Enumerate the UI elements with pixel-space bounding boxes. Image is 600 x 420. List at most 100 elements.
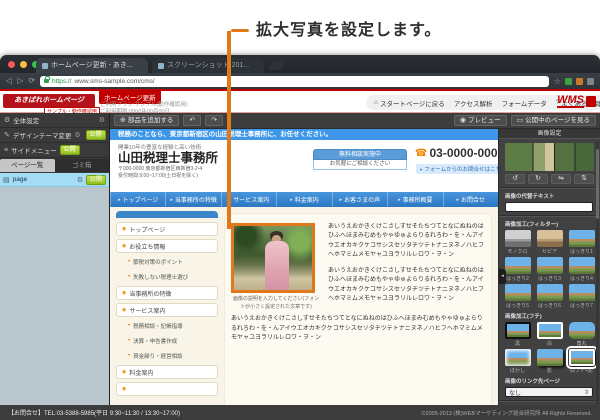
eye-icon: ◉	[460, 116, 466, 125]
screenshot-page: 拡大写真を設定します。 ホームページ更新 - あき... スクリーンショット 2…	[0, 0, 600, 420]
filter-option[interactable]: はっきり2	[502, 257, 533, 282]
filter-option[interactable]: モノクロ	[502, 230, 533, 255]
extension-icon[interactable]	[565, 78, 572, 85]
header-nav-link[interactable]: フォームデータ	[502, 98, 547, 108]
rotate-left-icon[interactable]: ↺	[505, 174, 525, 184]
site-top-banner[interactable]: 税務のことなら、東京都新宿区の山田税理士事務所に、お任せください。	[110, 129, 498, 140]
support-phone-text: 【お問合せ】TEL:03-5388-5985(平日 9:30~11:30 / 1…	[8, 408, 180, 417]
border-option[interactable]: 白	[534, 322, 565, 347]
border-option[interactable]: 影	[534, 349, 565, 374]
bookmark-star-icon[interactable]: ☆	[554, 77, 561, 86]
site-nav-item[interactable]: トップページ	[110, 192, 165, 207]
sidebar-row[interactable]: ⚙ 全体設定 ⚙	[0, 113, 109, 128]
menu-item[interactable]: お役立ち情報	[116, 239, 218, 253]
menu-item[interactable]: トップページ	[116, 222, 218, 236]
filter-option[interactable]: はっきり7	[566, 284, 597, 309]
row-label: 全体設定	[13, 115, 39, 125]
preview-button[interactable]: ◉ プレビュー	[454, 115, 507, 126]
filter-option[interactable]: はっきり1	[566, 230, 597, 255]
address-input[interactable]: https:// www.sms-sample.com/cms/	[40, 76, 549, 87]
publish-button[interactable]: 公開	[60, 145, 80, 155]
border-option[interactable]: 白フチ+影	[566, 349, 597, 374]
add-part-button[interactable]: ⊕ 部品を追加する	[114, 115, 179, 126]
scrollbar-thumb[interactable]	[596, 149, 599, 219]
border-option[interactable]: ぼかし	[502, 349, 533, 374]
selected-photo[interactable]	[231, 223, 315, 293]
menu-item[interactable]: 節税対策のポイント	[116, 256, 218, 268]
menu-item-label: サービス案内	[129, 306, 165, 315]
menu-item[interactable]: 税務相談・記帳指導	[116, 320, 218, 332]
browser-window: ホームページ更新 - あき... スクリーンショット 201... ◁ ▷ ⟳ …	[0, 55, 600, 420]
contact-form-link[interactable]: フォームからのお問合せはこちら	[416, 164, 498, 174]
menu-icon[interactable]	[587, 78, 594, 85]
filter-option[interactable]: はっきり4	[566, 257, 597, 282]
site-nav-item[interactable]: 事務所概要	[387, 192, 442, 207]
border-option[interactable]: 黒	[502, 322, 533, 347]
minimize-window-icon[interactable]	[20, 61, 27, 68]
forward-icon[interactable]: ▷	[17, 76, 23, 86]
publish-button[interactable]: 公開	[86, 175, 106, 185]
menu-item[interactable]	[116, 382, 218, 396]
new-tab-button[interactable]	[269, 61, 285, 70]
site-nav-item[interactable]: 料金案内	[276, 192, 331, 207]
filter-option[interactable]: セピア	[534, 230, 565, 255]
publish-button[interactable]: 公開	[86, 130, 106, 140]
link-target-label: 画像のリンク先ページ	[505, 377, 594, 385]
browser-tab-active[interactable]: ホームページ更新 - あき...	[36, 58, 148, 73]
gear-icon[interactable]: ⚙	[99, 116, 105, 124]
menu-item[interactable]: 料金案内	[116, 365, 218, 379]
border-section-label: 画像加工(フチ)	[505, 312, 594, 320]
view-published-button[interactable]: ▭ 公開中のページを見る	[511, 115, 597, 126]
gear-icon[interactable]: ⚙	[74, 131, 80, 139]
menu-item[interactable]: サービス案内	[116, 303, 218, 317]
window-controls[interactable]	[8, 61, 39, 68]
header-nav-link[interactable]: アクセス解析	[454, 98, 493, 108]
alt-text-input[interactable]	[505, 202, 593, 212]
panel-scrollbar[interactable]	[596, 141, 599, 420]
header-nav-link[interactable]: ⌂ スタートページに戻る	[374, 98, 445, 108]
border-option[interactable]: 角丸	[566, 322, 597, 347]
menu-item-label: 税務相談・記帳指導	[133, 322, 183, 330]
menu-item[interactable]: 失敗しない税理士選び	[116, 271, 218, 283]
filter-option[interactable]: はっきり3	[534, 257, 565, 282]
page-list-item[interactable]: ▤ page ⚙ 公開	[0, 173, 109, 187]
browser-tab-2[interactable]: スクリーンショット 201...	[152, 58, 264, 73]
filter-option[interactable]: はっきり6	[534, 284, 565, 309]
site-nav-item[interactable]: お客さまの声	[332, 192, 387, 207]
filter-option[interactable]: はっきり5	[502, 284, 533, 309]
site-nav-item[interactable]: お問合せ	[443, 192, 498, 207]
panel-collapse-handle[interactable]: ◂	[499, 269, 506, 284]
filter-thumbnail	[537, 230, 563, 247]
favicon	[42, 63, 48, 69]
back-icon[interactable]: ◁	[6, 76, 12, 86]
border-label: 角丸	[566, 340, 597, 347]
rotate-right-icon[interactable]: ↻	[528, 174, 548, 184]
image-crop-preview[interactable]	[505, 143, 594, 171]
menu-item[interactable]: 資金繰り・経営相談	[116, 350, 218, 362]
sidebar-tab[interactable]: ゴミ箱	[55, 159, 110, 172]
redo-button[interactable]: ↷	[205, 115, 223, 126]
row-icon: ✎	[4, 131, 10, 139]
extension-icon[interactable]	[576, 78, 583, 85]
filter-section-label: 画像加工(フィルター)	[505, 220, 594, 228]
gear-icon[interactable]: ⚙	[77, 176, 83, 184]
sidebar-tab[interactable]: ページ一覧	[0, 159, 55, 172]
site-nav-item[interactable]: 当事務所の特徴	[165, 192, 220, 207]
nav-label: フォームデータ	[502, 98, 547, 108]
site-header: 開業10年の豊富な経験と高い技術 山田税理士事務所 〒000-0000 東京都新…	[110, 140, 498, 192]
sidebar-row[interactable]: ✎ デザインテーマ変更 ⚙ 公開	[0, 128, 109, 143]
flip-horizontal-icon[interactable]: ⇋	[551, 174, 571, 184]
flip-vertical-icon[interactable]: ⇅	[574, 174, 594, 184]
divider	[499, 215, 600, 217]
menu-item[interactable]: 当事務所の特徴	[116, 286, 218, 300]
nav-label: アクセス解析	[454, 98, 493, 108]
undo-button[interactable]: ↶	[183, 115, 201, 126]
menu-item-label: 料金案内	[129, 368, 153, 377]
reload-icon[interactable]: ⟳	[28, 76, 35, 86]
link-target-select[interactable]: なし ⇕	[505, 387, 593, 397]
close-window-icon[interactable]	[8, 61, 15, 68]
menu-item[interactable]: 決算・申告書作成	[116, 335, 218, 347]
site-nav-label: 当事務所の特徴	[175, 195, 217, 204]
editor-workspace: ⚙ 全体設定 ⚙ ✎ デザインテーマ変更 ⚙ 公開	[0, 113, 600, 420]
sidebar-row[interactable]: ≡ サイドメニュー 公開	[0, 143, 109, 158]
